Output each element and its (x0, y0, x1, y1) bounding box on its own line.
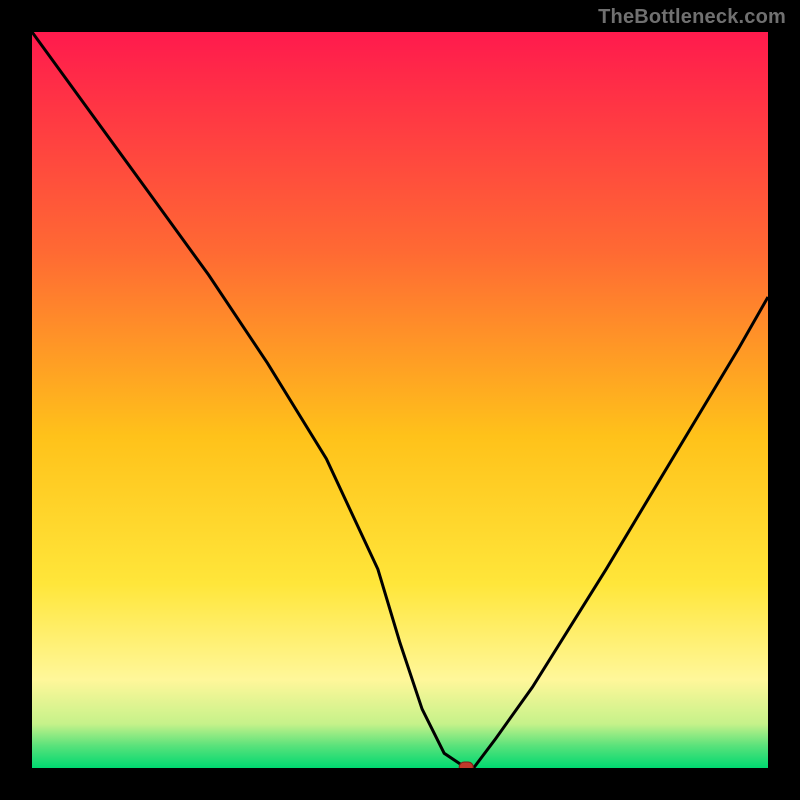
gradient-background (32, 32, 768, 768)
chart-frame: TheBottleneck.com (0, 0, 800, 800)
bottleneck-chart (32, 32, 768, 768)
attribution-text: TheBottleneck.com (598, 6, 786, 29)
plot-area (32, 32, 768, 768)
minimum-marker (459, 762, 473, 768)
